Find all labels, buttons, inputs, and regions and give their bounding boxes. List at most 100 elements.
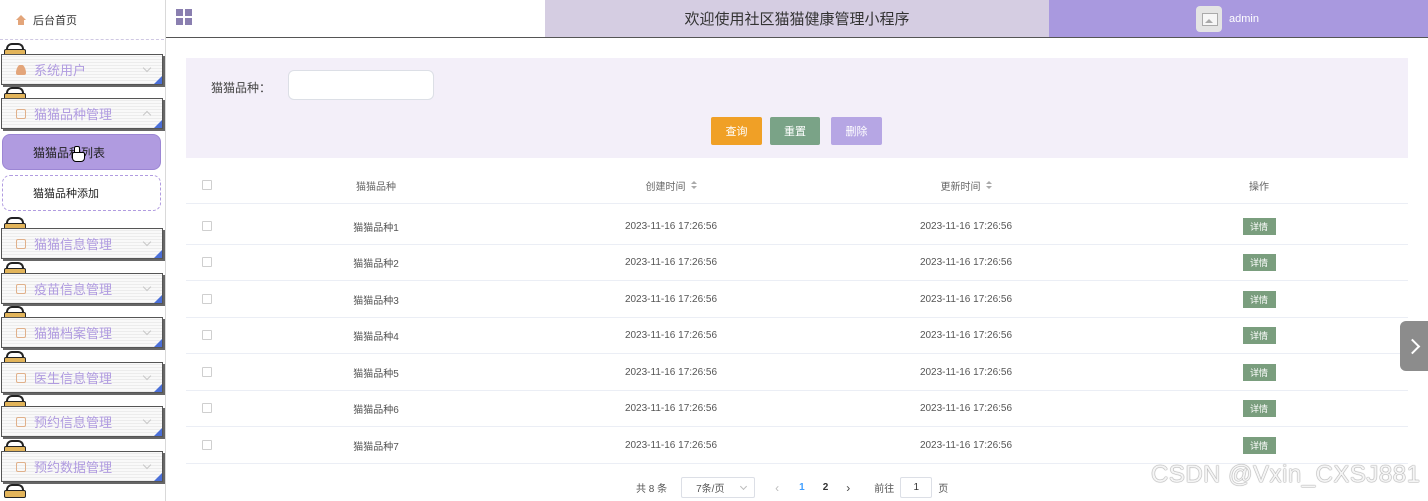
chevron-down-icon bbox=[142, 326, 152, 336]
folder-icon bbox=[16, 283, 26, 294]
sidebar-item-appointment-data[interactable]: 预约数据管理 bbox=[1, 451, 163, 482]
cell-breed: 猫猫品种7 bbox=[353, 441, 399, 453]
sidebar-item-cat-records[interactable]: 猫猫档案管理 bbox=[1, 317, 163, 348]
row-checkbox[interactable] bbox=[202, 294, 212, 304]
column-header-created[interactable]: 创建时间 bbox=[571, 167, 771, 203]
chevron-down-icon bbox=[142, 415, 152, 425]
username: admin bbox=[1229, 12, 1259, 25]
detail-button[interactable]: 详情 bbox=[1242, 363, 1276, 381]
cell-created: 2023-11-16 17:26:56 bbox=[624, 256, 718, 268]
row-checkbox[interactable] bbox=[202, 330, 212, 340]
sidebar-item-home[interactable]: 后台首页 bbox=[0, 0, 164, 40]
corner-fold bbox=[154, 250, 162, 258]
sidebar-item-doctor-info[interactable]: 医生信息管理 bbox=[1, 362, 163, 393]
sidebar-item-vaccine-info[interactable]: 疫苗信息管理 bbox=[1, 273, 163, 304]
chevron-down-icon bbox=[740, 482, 748, 491]
sidebar-item-label: 猫猫信息管理 bbox=[34, 237, 113, 252]
cell-breed: 猫猫品种1 bbox=[353, 222, 399, 234]
query-button[interactable]: 查询 bbox=[711, 117, 762, 145]
folder-icon bbox=[16, 416, 26, 427]
cell-updated: 2023-11-16 17:26:56 bbox=[919, 439, 1013, 451]
reset-button[interactable]: 重置 bbox=[770, 117, 820, 145]
corner-fold bbox=[154, 339, 162, 347]
avatar[interactable] bbox=[1196, 5, 1222, 32]
delete-button[interactable]: 删除 bbox=[831, 117, 882, 145]
column-header-label: 更新时间 bbox=[940, 181, 981, 193]
sidebar-item-label: 疫苗信息管理 bbox=[34, 282, 113, 297]
cell-breed: 猫猫品种2 bbox=[353, 258, 399, 270]
chevron-down-icon bbox=[142, 460, 152, 470]
sort-icon[interactable] bbox=[690, 180, 697, 190]
row-checkbox[interactable] bbox=[202, 440, 212, 450]
search-label: 猫猫品种： bbox=[211, 81, 272, 95]
prev-page-icon[interactable]: ‹ bbox=[775, 481, 779, 495]
page-size-select[interactable]: 7条/页 bbox=[681, 477, 756, 498]
detail-button[interactable]: 详情 bbox=[1242, 217, 1276, 235]
breed-search-input[interactable] bbox=[288, 70, 434, 100]
row-checkbox[interactable] bbox=[202, 257, 212, 267]
detail-button[interactable]: 详情 bbox=[1242, 253, 1276, 271]
folder-icon bbox=[16, 108, 26, 119]
cell-created: 2023-11-16 17:26:56 bbox=[624, 220, 718, 232]
sidebar-item-label: 后台首页 bbox=[33, 14, 77, 27]
chevron-right-icon[interactable] bbox=[1400, 321, 1428, 371]
table-row: 猫猫品种7 2023-11-16 17:26:56 2023-11-16 17:… bbox=[186, 427, 1408, 464]
table-row: 猫猫品种3 2023-11-16 17:26:56 2023-11-16 17:… bbox=[186, 281, 1408, 318]
user-info[interactable]: admin bbox=[1049, 0, 1428, 37]
sidebar-item-breed-management[interactable]: 猫猫品种管理 bbox=[1, 98, 163, 129]
page-title: 欢迎使用社区猫猫健康管理小程序 bbox=[545, 0, 1049, 37]
sidebar: 后台首页 系统用户 猫猫品种管理 猫猫品种列表 猫猫品种添加 猫猫信息管理 疫苗… bbox=[0, 0, 166, 501]
detail-button[interactable]: 详情 bbox=[1242, 326, 1276, 344]
folder-icon bbox=[16, 372, 26, 383]
pagination: 共 8 条 7条/页 ‹ 1 2 › 前往 1 页 bbox=[636, 477, 948, 498]
cell-updated: 2023-11-16 17:26:56 bbox=[919, 366, 1013, 378]
table-header-row: 猫猫品种 创建时间 更新时间 操作 bbox=[186, 167, 1408, 204]
table-row: 猫猫品种6 2023-11-16 17:26:56 2023-11-16 17:… bbox=[186, 390, 1408, 427]
page-number[interactable]: 1 bbox=[799, 482, 805, 493]
row-checkbox[interactable] bbox=[202, 403, 212, 413]
column-header-updated[interactable]: 更新时间 bbox=[866, 167, 1066, 203]
user-icon bbox=[16, 64, 26, 75]
sidebar-subitem-breed-add[interactable]: 猫猫品种添加 bbox=[2, 175, 161, 211]
folder-icon bbox=[16, 238, 26, 249]
search-panel: 猫猫品种： 查询 重置 删除 bbox=[186, 58, 1408, 158]
total-count: 共 8 条 bbox=[636, 484, 668, 495]
sidebar-item-label: 猫猫档案管理 bbox=[34, 326, 113, 341]
cell-created: 2023-11-16 17:26:56 bbox=[624, 366, 718, 378]
corner-fold bbox=[154, 473, 162, 481]
column-header-ops: 操作 bbox=[1249, 181, 1269, 193]
row-checkbox[interactable] bbox=[202, 367, 212, 377]
table-row: 猫猫品种4 2023-11-16 17:26:56 2023-11-16 17:… bbox=[186, 317, 1408, 354]
detail-button[interactable]: 详情 bbox=[1242, 399, 1276, 417]
binder-clip-icon bbox=[4, 484, 26, 498]
cell-breed: 猫猫品种5 bbox=[353, 368, 399, 380]
sidebar-subitem-label: 猫猫品种列表 bbox=[33, 145, 106, 160]
sidebar-item-appointment-info[interactable]: 预约信息管理 bbox=[1, 406, 163, 437]
sidebar-subitem-label: 猫猫品种添加 bbox=[33, 188, 99, 200]
table-row: 猫猫品种5 2023-11-16 17:26:56 2023-11-16 17:… bbox=[186, 354, 1408, 391]
hand-cursor-icon bbox=[72, 146, 85, 162]
column-header-breed: 猫猫品种 bbox=[356, 181, 396, 193]
corner-fold bbox=[154, 428, 162, 436]
cell-created: 2023-11-16 17:26:56 bbox=[624, 402, 718, 414]
goto-page-input[interactable]: 1 bbox=[900, 477, 933, 498]
table-row: 猫猫品种2 2023-11-16 17:26:56 2023-11-16 17:… bbox=[186, 244, 1408, 281]
row-checkbox[interactable] bbox=[202, 221, 212, 231]
sidebar-item-label: 预约数据管理 bbox=[34, 460, 113, 475]
sidebar-item-system-users[interactable]: 系统用户 bbox=[1, 54, 163, 85]
detail-button[interactable]: 详情 bbox=[1242, 290, 1276, 308]
next-page-icon[interactable]: › bbox=[846, 481, 850, 495]
cell-created: 2023-11-16 17:26:56 bbox=[624, 439, 718, 451]
grid-menu-icon[interactable] bbox=[176, 9, 192, 25]
table-row: 猫猫品种1 2023-11-16 17:26:56 2023-11-16 17:… bbox=[186, 208, 1408, 245]
column-header-label: 创建时间 bbox=[645, 181, 686, 193]
sidebar-item-cat-info[interactable]: 猫猫信息管理 bbox=[1, 228, 163, 259]
folder-icon bbox=[16, 461, 26, 472]
page-number[interactable]: 2 bbox=[823, 482, 829, 493]
detail-button[interactable]: 详情 bbox=[1242, 436, 1276, 454]
sidebar-item-label: 医生信息管理 bbox=[34, 371, 113, 386]
select-all-checkbox[interactable] bbox=[202, 180, 212, 190]
cell-updated: 2023-11-16 17:26:56 bbox=[919, 220, 1013, 232]
home-icon bbox=[16, 14, 26, 25]
sort-icon[interactable] bbox=[985, 180, 992, 190]
